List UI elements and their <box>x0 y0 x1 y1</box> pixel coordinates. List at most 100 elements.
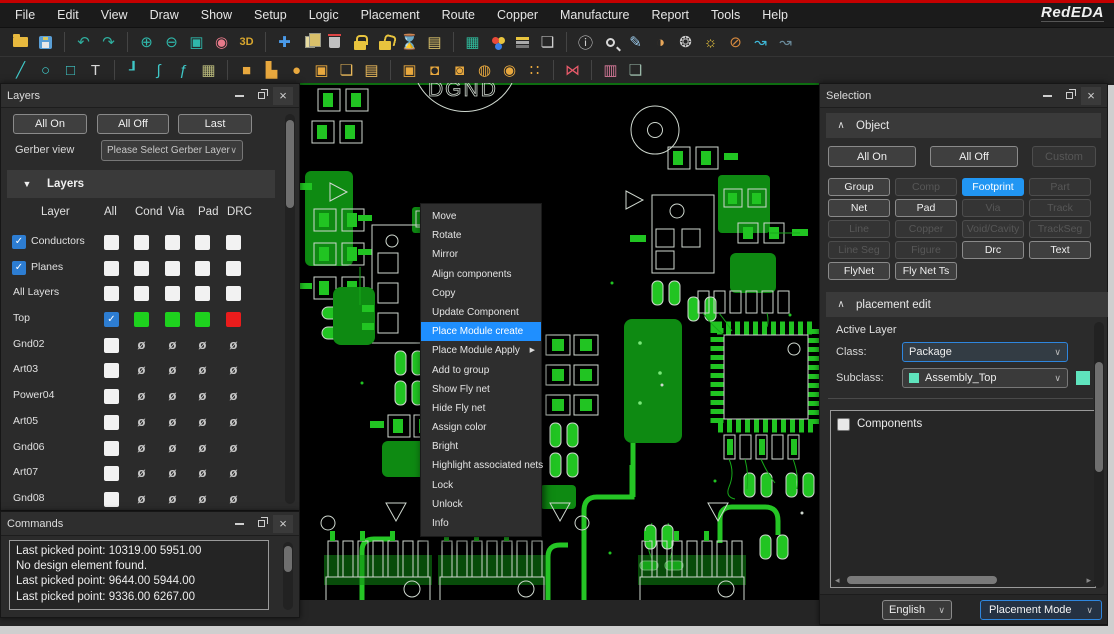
visibility-off-icon[interactable]: ø <box>165 491 180 507</box>
draw-function-icon[interactable]: ƒ <box>172 59 195 81</box>
command-log[interactable]: Last picked point: 10319.00 5951.00 No de… <box>9 540 269 610</box>
filter-group-button[interactable]: Group <box>828 178 890 196</box>
filter-copper-button[interactable]: Copper <box>895 220 957 238</box>
layers-scrollbar[interactable] <box>285 114 295 504</box>
layer-color-cell[interactable] <box>134 235 149 250</box>
layer-color-cell[interactable] <box>104 337 119 353</box>
menu-show[interactable]: Show <box>190 3 243 27</box>
copy-icon[interactable] <box>298 31 321 53</box>
minimize-icon[interactable] <box>1037 87 1057 105</box>
language-dropdown[interactable]: English ∨ <box>882 600 952 620</box>
info-icon[interactable]: ⓘ <box>574 31 597 53</box>
menu-item-bright[interactable]: Bright <box>421 437 541 456</box>
layer-color-cell[interactable] <box>195 286 210 302</box>
visibility-off-icon[interactable]: ø <box>195 491 210 507</box>
frame-icon[interactable]: ❏ <box>536 31 559 53</box>
layer-color-cell[interactable] <box>226 312 241 328</box>
fill-rect-icon[interactable]: ■ <box>235 59 258 81</box>
flyline-show-icon[interactable]: ↝ <box>749 31 772 53</box>
close-icon[interactable]: × <box>1081 86 1101 105</box>
placement-edit-header[interactable]: ∧ placement edit <box>826 292 1113 317</box>
menu-edit[interactable]: Edit <box>46 3 90 27</box>
layer-color-cell[interactable] <box>104 440 119 456</box>
visibility-off-icon[interactable]: ø <box>134 337 149 353</box>
menu-item-copy[interactable]: Copy <box>421 284 541 303</box>
zoom-region-icon[interactable]: ◉ <box>210 31 233 53</box>
sun-gear-icon[interactable]: ☼ <box>699 31 722 53</box>
cutout-rect-icon[interactable]: ▣ <box>398 59 421 81</box>
visibility-off-icon[interactable]: ø <box>226 389 241 404</box>
menu-item-align-components[interactable]: Align components <box>421 265 541 284</box>
filter-fly-net-ts-button[interactable]: Fly Net Ts <box>895 262 957 280</box>
class-dropdown[interactable]: Package ∨ <box>902 342 1068 362</box>
layer-check-cell[interactable]: ✓ <box>104 312 119 328</box>
layer-color-cell[interactable] <box>134 312 149 328</box>
menu-item-lock[interactable]: Lock <box>421 476 541 495</box>
menu-route[interactable]: Route <box>431 3 486 27</box>
restore-icon[interactable] <box>251 515 271 533</box>
sheets-icon[interactable]: ❏ <box>335 59 358 81</box>
layers-last-button[interactable]: Last <box>178 114 252 134</box>
filter-via-button[interactable]: Via <box>962 199 1024 217</box>
filter-trackseg-button[interactable]: TrackSeg <box>1029 220 1091 238</box>
layer-checkbox[interactable]: ✓ <box>12 235 26 249</box>
menu-copper[interactable]: Copper <box>486 3 549 27</box>
layer-color-cell[interactable] <box>104 235 119 250</box>
layer-color-cell[interactable] <box>165 312 180 328</box>
layer-color-cell[interactable] <box>104 389 119 405</box>
filter-line-seg-button[interactable]: Line Seg <box>828 241 890 259</box>
hourglass-icon[interactable]: ⌛ <box>398 31 421 53</box>
components-checkbox[interactable] <box>837 418 850 431</box>
selection-all-on-button[interactable]: All On <box>828 146 916 167</box>
layer-color-cell[interactable] <box>104 491 119 507</box>
visibility-off-icon[interactable]: ø <box>226 414 241 430</box>
layers-all-off-button[interactable]: All Off <box>97 114 169 134</box>
menu-report[interactable]: Report <box>641 3 701 27</box>
commands-scrollbar[interactable] <box>283 542 293 610</box>
undo-icon[interactable]: ↶ <box>72 31 95 53</box>
draw-circle-icon[interactable]: ○ <box>34 59 57 81</box>
lock-icon[interactable] <box>348 31 371 53</box>
layer-color-cell[interactable] <box>104 286 119 302</box>
visibility-off-icon[interactable]: ø <box>134 440 149 456</box>
visibility-off-icon[interactable]: ø <box>165 466 180 481</box>
restore-icon[interactable] <box>251 87 271 105</box>
menu-item-update-component[interactable]: Update Component <box>421 303 541 322</box>
menu-item-highlight-associated-nets[interactable]: Highlight associated nets <box>421 456 543 475</box>
visibility-off-icon[interactable]: ø <box>134 389 149 404</box>
window-grid-icon[interactable]: ❏ <box>624 59 647 81</box>
menu-logic[interactable]: Logic <box>298 3 350 27</box>
filter-drc-button[interactable]: Drc <box>962 241 1024 259</box>
view-3d-icon[interactable]: 3D <box>235 31 258 53</box>
visibility-off-icon[interactable]: ø <box>226 466 241 481</box>
layer-color-cell[interactable] <box>165 286 180 302</box>
visibility-off-icon[interactable]: ø <box>134 491 149 507</box>
filter-part-button[interactable]: Part <box>1029 178 1091 196</box>
layer-color-cell[interactable] <box>104 414 119 430</box>
selection-all-off-button[interactable]: All Off <box>930 146 1018 167</box>
gerber-layer-dropdown[interactable]: Please Select Gerber Layer ∨ <box>101 140 243 161</box>
filter-flynet-button[interactable]: FlyNet <box>828 262 890 280</box>
report-chart-icon[interactable]: ▥ <box>599 59 622 81</box>
filter-comp-button[interactable]: Comp <box>895 178 957 196</box>
visibility-off-icon[interactable]: ø <box>226 440 241 456</box>
visibility-off-icon[interactable]: ø <box>195 363 210 378</box>
visibility-off-icon[interactable]: ø <box>226 337 241 353</box>
menu-item-hide-fly-net[interactable]: Hide Fly net <box>421 399 541 418</box>
visibility-off-icon[interactable]: ø <box>165 414 180 430</box>
menu-manufacture[interactable]: Manufacture <box>549 3 640 27</box>
menu-help[interactable]: Help <box>751 3 799 27</box>
visibility-off-icon[interactable]: ø <box>165 389 180 404</box>
menu-view[interactable]: View <box>90 3 139 27</box>
close-icon[interactable]: × <box>273 514 293 533</box>
visibility-off-icon[interactable]: ø <box>134 363 149 378</box>
visibility-off-icon[interactable]: ø <box>165 363 180 378</box>
menu-item-unlock[interactable]: Unlock <box>421 495 541 514</box>
draw-line-icon[interactable]: ╱ <box>9 59 32 81</box>
filter-text-button[interactable]: Text <box>1029 241 1091 259</box>
layer-color-cell[interactable] <box>195 312 210 328</box>
menu-placement[interactable]: Placement <box>350 3 431 27</box>
draw-corner-icon[interactable]: ┚ <box>122 59 145 81</box>
draw-contour-icon[interactable]: ∫ <box>147 59 170 81</box>
cutout-dots-icon[interactable]: ∷ <box>523 59 546 81</box>
